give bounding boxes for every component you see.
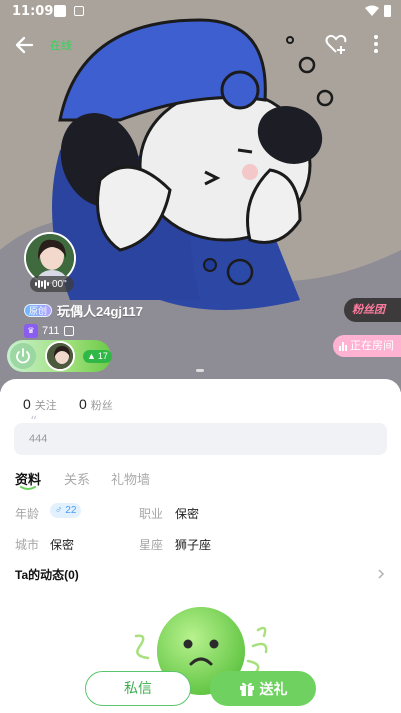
send-gift-button[interactable]: 送礼 — [210, 671, 316, 706]
tab-relation[interactable]: 关系 — [64, 469, 90, 488]
hot-count: 17 — [97, 351, 108, 361]
power-icon[interactable] — [10, 343, 36, 369]
following-count: 0 — [23, 396, 31, 412]
status-time: 11:09 — [12, 4, 54, 19]
wealth-level-number: 711 — [42, 325, 60, 337]
city-label: 城市 — [15, 538, 40, 552]
private-message-button[interactable]: 私信 — [85, 671, 191, 706]
follow-heart-icon[interactable] — [324, 32, 348, 56]
following-stat[interactable]: 0 关注 — [23, 396, 57, 413]
job-label: 职业 — [139, 507, 164, 521]
zodiac-value: 狮子座 — [175, 538, 212, 552]
city-value: 保密 — [50, 538, 75, 552]
following-label: 关注 — [34, 400, 57, 412]
bio-text: 444 — [29, 433, 48, 445]
fire-icon: ▲ — [87, 351, 96, 361]
wifi-icon — [365, 5, 379, 16]
hot-badge: ▲ 17 — [83, 350, 112, 363]
fans-club-tag[interactable]: 粉丝团 — [344, 298, 401, 322]
voice-wave-icon — [35, 279, 49, 289]
moments-title: Ta的动态(0) — [15, 568, 79, 582]
cover-pager-indicator — [196, 369, 204, 372]
back-arrow-icon[interactable] — [12, 32, 38, 58]
send-gift-label: 送礼 — [259, 680, 288, 697]
battery-icon — [384, 5, 391, 17]
more-options-icon[interactable] — [366, 32, 386, 56]
age-badge: ♂ 22 — [50, 503, 82, 518]
fans-stat[interactable]: 0 粉丝 — [79, 396, 113, 413]
copy-icon[interactable] — [63, 326, 74, 336]
in-room-tag[interactable]: 正在房间 — [333, 335, 401, 357]
name-row: 原创 玩偶人24gj117 — [24, 301, 143, 320]
notification-icon-2 — [74, 6, 84, 16]
level-row: ♛ 711 — [24, 324, 74, 338]
zodiac-label: 星座 — [139, 538, 164, 552]
voice-duration: 00" — [52, 278, 67, 290]
quote-icon: “ — [30, 414, 38, 430]
online-status: 在线 — [50, 40, 72, 52]
nickname: 玩偶人24gj117 — [57, 304, 144, 319]
job-value: 保密 — [175, 507, 200, 521]
vip-badge: 原创 — [24, 304, 53, 317]
voice-intro-pill[interactable]: 00" — [30, 276, 74, 292]
notification-icon — [54, 5, 66, 17]
status-bar: 11:09 — [0, 0, 401, 26]
tab-active-indicator — [20, 486, 36, 490]
in-room-label: 正在房间 — [350, 340, 394, 352]
wealth-level-icon: ♛ — [24, 324, 38, 338]
chevron-right-icon — [378, 569, 385, 579]
fans-count: 0 — [79, 396, 87, 412]
fans-label: 粉丝 — [90, 400, 113, 412]
gift-icon — [239, 682, 254, 696]
moments-row[interactable]: Ta的动态(0) — [15, 566, 387, 584]
bio-box — [14, 423, 387, 455]
age-label: 年龄 — [15, 507, 40, 521]
tab-gift-wall[interactable]: 礼物墙 — [111, 469, 150, 488]
equalizer-icon — [339, 341, 347, 351]
room-avatar[interactable] — [45, 341, 75, 371]
